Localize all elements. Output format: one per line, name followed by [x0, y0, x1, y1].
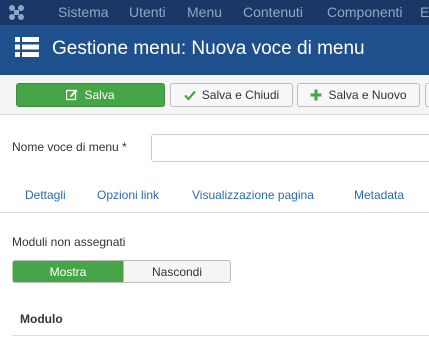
topnav-item-sistema[interactable]: Sistema [58, 4, 109, 20]
topnav-item-menu[interactable]: Menu [187, 4, 222, 20]
top-navbar: Sistema Utenti Menu Contenuti Componenti… [0, 0, 429, 25]
tab-visualizzazione-pagina[interactable]: Visualizzazione pagina [192, 188, 314, 202]
show-option-button[interactable]: Mostra [13, 261, 123, 282]
tab-metadata[interactable]: Metadata [354, 188, 404, 202]
modules-table-header: Modulo [12, 304, 429, 336]
tab-bar: Dettagli Opzioni link Visualizzazione pa… [0, 175, 429, 213]
topnav-item-contenuti[interactable]: Contenuti [243, 4, 303, 20]
page-header: Gestione menu: Nuova voce di menu [0, 25, 429, 75]
save-close-button-label: Salva e Chiudi [201, 88, 280, 102]
tab-dettagli[interactable]: Dettagli [25, 188, 66, 202]
plus-icon [310, 89, 322, 101]
topnav-item-componenti[interactable]: Componenti [327, 4, 403, 20]
save-new-button-label: Salva e Nuovo [328, 88, 407, 102]
toolbar: Salva Salva e Chiudi Salva e Nuovo [0, 75, 429, 115]
save-close-button[interactable]: Salva e Chiudi [170, 83, 293, 107]
joomla-logo-icon[interactable] [8, 4, 25, 21]
hide-option-button[interactable]: Nascondi [123, 261, 230, 282]
list-menu-icon [15, 37, 39, 57]
title-input[interactable] [151, 134, 429, 162]
title-field-label: Nome voce di menu * [12, 140, 127, 154]
save-new-button[interactable]: Salva e Nuovo [297, 83, 420, 107]
unassigned-modules-label: Moduli non assegnati [12, 235, 126, 249]
show-hide-toggle: Mostra Nascondi [12, 260, 231, 283]
page-title: Gestione menu: Nuova voce di menu [52, 38, 365, 59]
topnav-item-utenti[interactable]: Utenti [129, 4, 166, 20]
save-button[interactable]: Salva [16, 83, 165, 107]
topnav-item-extra[interactable]: E [420, 4, 429, 20]
more-toolbar-button[interactable] [425, 83, 429, 107]
edit-icon [66, 89, 78, 101]
check-icon [184, 90, 196, 101]
module-column-header[interactable]: Modulo [20, 312, 63, 326]
tab-opzioni-link[interactable]: Opzioni link [97, 188, 159, 202]
save-button-label: Salva [84, 88, 115, 102]
